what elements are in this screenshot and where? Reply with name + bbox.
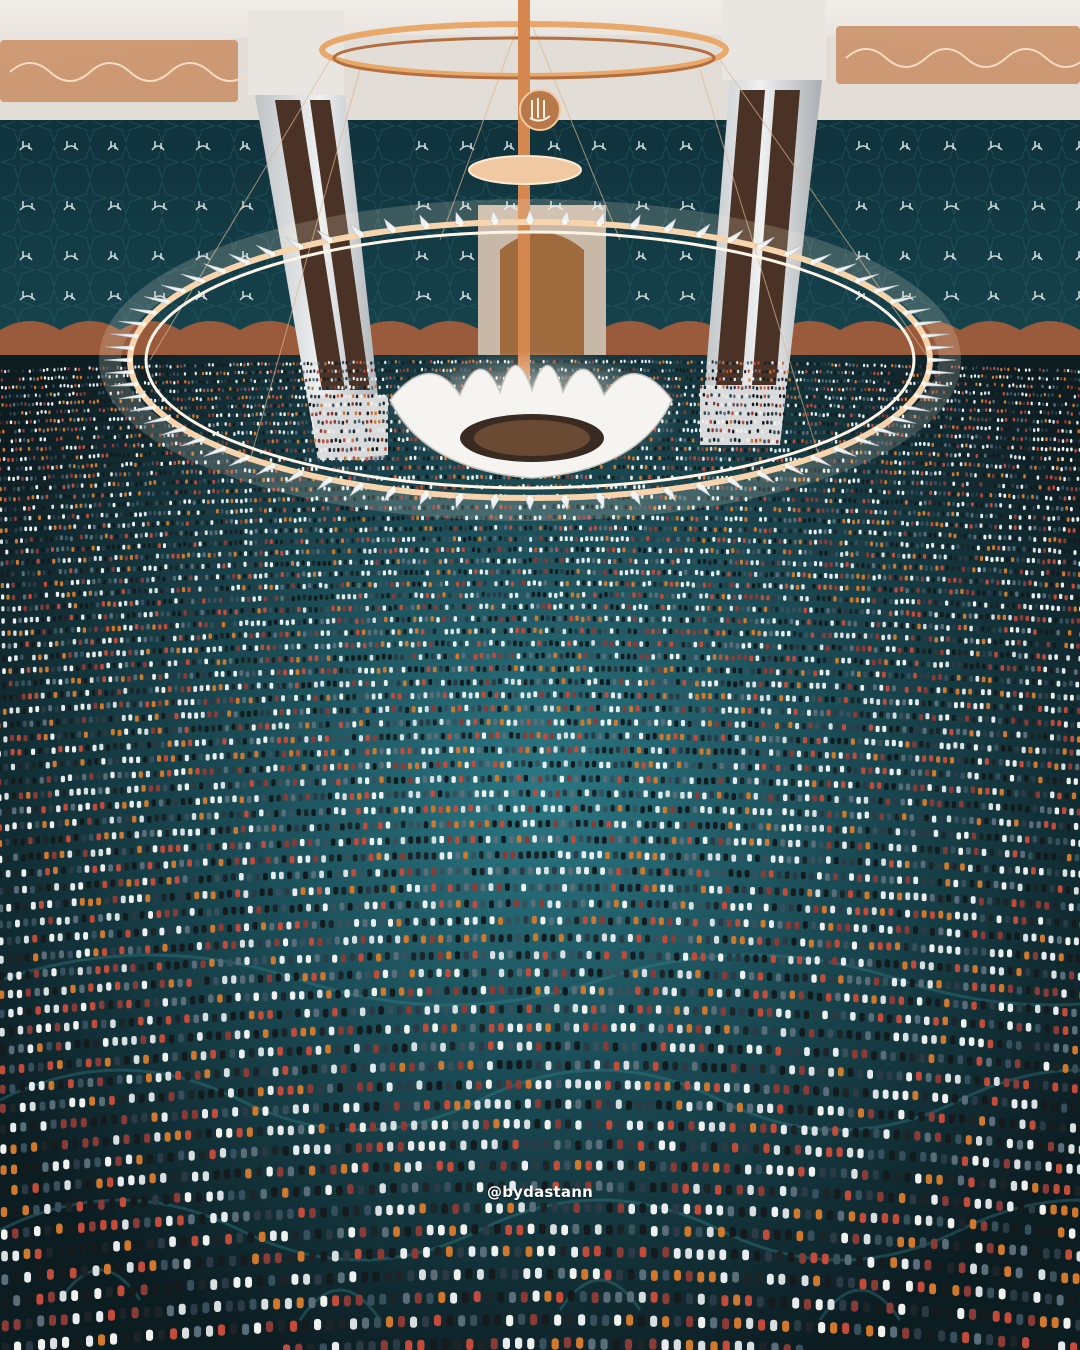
mosque-photo: @bydastann [0,0,1080,1350]
